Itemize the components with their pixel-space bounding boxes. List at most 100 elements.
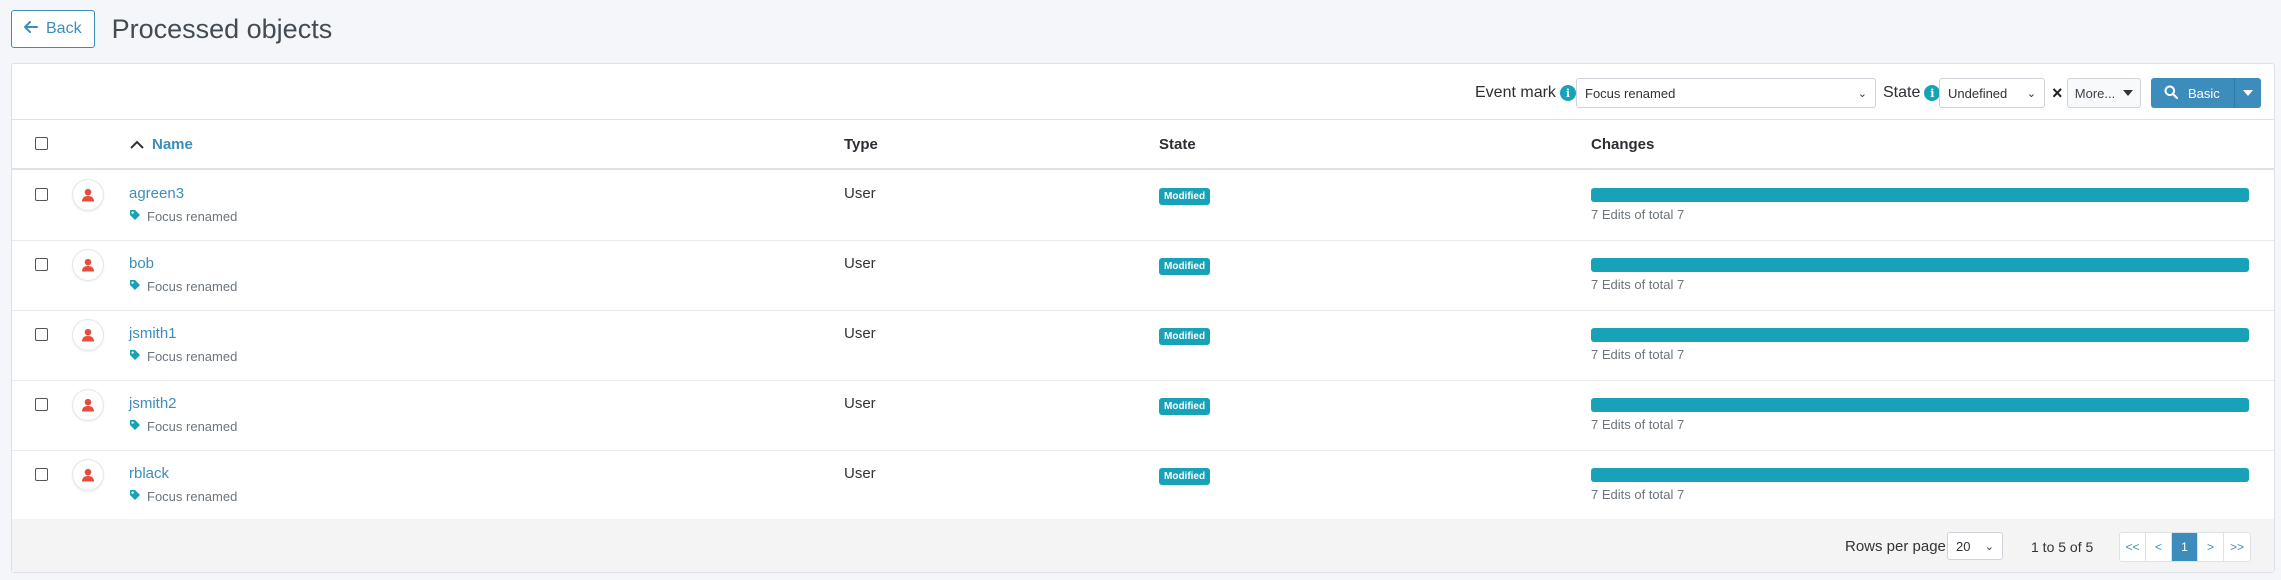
event-mark-select[interactable]: Focus renamed ⌄	[1576, 78, 1876, 108]
chevron-up-icon	[130, 136, 144, 153]
changes-text: 7 Edits of total 7	[1591, 417, 1685, 432]
object-type: User	[844, 255, 876, 272]
event-mark: Focus renamed	[129, 349, 237, 364]
row-checkbox[interactable]	[35, 468, 48, 481]
row-checkbox[interactable]	[35, 188, 48, 201]
event-mark: Focus renamed	[129, 419, 237, 434]
event-mark-text: Focus renamed	[147, 209, 238, 224]
page-title: Processed objects	[111, 13, 333, 44]
event-mark-filter-label: Event mark i	[1475, 78, 1576, 108]
rows-per-page-value: 20	[1956, 538, 1971, 554]
tag-icon	[129, 419, 141, 434]
object-name-link[interactable]: jsmith1	[129, 325, 177, 342]
previous-page-button[interactable]: <	[2146, 533, 2172, 561]
table-row: jsmith1 Focus renamed User Modified 7 Edits …	[12, 310, 2274, 381]
user-icon	[73, 460, 103, 490]
pagination-range: 1 to 5 of 5	[2031, 539, 2094, 555]
state-value: Undefined	[1948, 85, 2008, 101]
last-page-button[interactable]: >>	[2224, 533, 2250, 561]
search-icon	[2164, 85, 2179, 102]
object-name-link[interactable]: rblack	[129, 465, 169, 482]
changes-progress-bar	[1591, 398, 2249, 412]
user-icon	[73, 180, 103, 210]
changes-text: 7 Edits of total 7	[1591, 207, 1685, 222]
changes-progress-fill	[1591, 398, 2249, 412]
tag-icon	[129, 209, 141, 224]
state-column-header: State	[1159, 136, 1196, 153]
event-mark-text: Focus renamed	[147, 349, 238, 364]
row-checkbox[interactable]	[35, 398, 48, 411]
table-footer: Rows per page 20 ⌄ 1 to 5 of 5 << < 1 > …	[12, 519, 2274, 572]
changes-text: 7 Edits of total 7	[1591, 487, 1685, 502]
select-all-checkbox[interactable]	[35, 137, 48, 150]
info-icon[interactable]: i	[1559, 85, 1576, 101]
chevron-down-icon: ⌄	[1857, 87, 1867, 100]
changes-progress-bar	[1591, 258, 2249, 272]
more-label: More...	[2074, 85, 2116, 101]
filter-toolbar: Event mark i Focus renamed ⌄ State i Und…	[12, 64, 2274, 120]
arrow-left-icon	[24, 20, 38, 38]
more-filters-button[interactable]: More...	[2067, 78, 2141, 108]
event-mark: Focus renamed	[129, 209, 237, 224]
table-row: jsmith2 Focus renamed User Modified 7 Edits …	[12, 380, 2274, 451]
event-mark-text: Focus renamed	[147, 419, 238, 434]
changes-progress-fill	[1591, 328, 2249, 342]
chevron-down-icon: ⌄	[2026, 87, 2036, 100]
status-badge: Modified	[1159, 188, 1211, 205]
tag-icon	[129, 279, 141, 294]
object-type: User	[844, 325, 876, 342]
name-header-label: Name	[152, 136, 193, 153]
row-checkbox[interactable]	[35, 328, 48, 341]
basic-search-main[interactable]: Basic	[2151, 78, 2235, 108]
event-mark-value: Focus renamed	[1585, 85, 1676, 101]
name-column-header[interactable]: Name	[130, 136, 193, 153]
status-badge: Modified	[1159, 328, 1211, 345]
state-label: State	[1883, 84, 1921, 101]
event-mark-text: Focus renamed	[147, 279, 238, 294]
caret-down-icon	[2242, 90, 2253, 96]
basic-search-button[interactable]: Basic	[2151, 78, 2261, 108]
tag-icon	[129, 349, 141, 364]
user-icon	[73, 320, 103, 350]
back-button-label: Back	[46, 20, 82, 37]
clear-filter-icon[interactable]: ×	[2052, 83, 2063, 104]
info-icon[interactable]: i	[1924, 85, 1941, 101]
tag-icon	[129, 489, 141, 504]
changes-text: 7 Edits of total 7	[1591, 277, 1685, 292]
event-mark: Focus renamed	[129, 489, 237, 504]
basic-label: Basic	[2188, 85, 2220, 101]
table-header: Name Type State Changes	[12, 120, 2274, 170]
rows-per-page-label: Rows per page	[1845, 538, 1946, 555]
event-mark-text: Focus renamed	[147, 489, 238, 504]
first-page-button[interactable]: <<	[2120, 533, 2146, 561]
status-badge: Modified	[1159, 468, 1211, 485]
basic-search-dropdown[interactable]	[2235, 78, 2261, 108]
object-type: User	[844, 185, 876, 202]
table-row: bob Focus renamed User Modified 7 Edits of t…	[12, 240, 2274, 311]
object-name-link[interactable]: agreen3	[129, 185, 184, 202]
caret-down-icon	[2123, 90, 2134, 96]
row-checkbox[interactable]	[35, 258, 48, 271]
object-name-link[interactable]: jsmith2	[129, 395, 177, 412]
table-row: rblack Focus renamed User Modified 7 Edits o…	[12, 450, 2274, 521]
changes-progress-fill	[1591, 468, 2249, 482]
object-name-link[interactable]: bob	[129, 255, 154, 272]
state-filter-label: State i	[1883, 78, 1941, 108]
back-button[interactable]: Back	[11, 10, 95, 48]
status-badge: Modified	[1159, 398, 1211, 415]
user-icon	[73, 390, 103, 420]
rows-per-page-select[interactable]: 20 ⌄	[1947, 532, 2003, 560]
state-select[interactable]: Undefined ⌄	[1939, 78, 2045, 108]
status-badge: Modified	[1159, 258, 1211, 275]
object-type: User	[844, 395, 876, 412]
changes-progress-bar	[1591, 188, 2249, 202]
next-page-button[interactable]: >	[2198, 533, 2224, 561]
changes-progress-fill	[1591, 188, 2249, 202]
chevron-down-icon: ⌄	[1984, 540, 1994, 553]
changes-progress-bar	[1591, 328, 2249, 342]
changes-column-header: Changes	[1591, 136, 1655, 153]
current-page-button[interactable]: 1	[2172, 533, 2198, 561]
processed-objects-card: Event mark i Focus renamed ⌄ State i Und…	[11, 63, 2275, 573]
user-icon	[73, 250, 103, 280]
changes-text: 7 Edits of total 7	[1591, 347, 1685, 362]
